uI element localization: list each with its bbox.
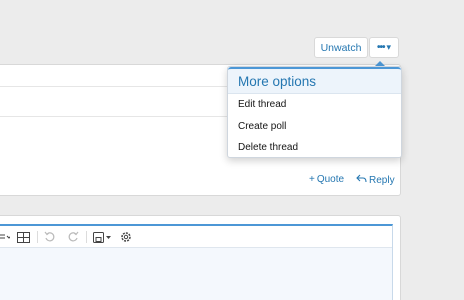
redo-icon[interactable] [65, 226, 81, 248]
reply-editor-card [0, 215, 401, 300]
list-icon[interactable] [0, 226, 10, 248]
toolbar-divider [37, 231, 38, 243]
reply-icon [356, 174, 367, 187]
save-drafts-icon[interactable] [91, 226, 113, 248]
quote-link[interactable]: + Quote [309, 174, 344, 185]
reply-link[interactable]: Reply [356, 174, 395, 187]
caret-down-icon: ▾ [386, 42, 392, 52]
settings-icon[interactable] [118, 226, 134, 248]
editor-toolbar [0, 226, 392, 248]
more-options-menu: More options Edit thread Create poll Del… [227, 66, 402, 158]
menu-title: More options [228, 67, 401, 94]
menu-item-delete-thread[interactable]: Delete thread [228, 137, 401, 159]
menu-item-create-poll[interactable]: Create poll [228, 116, 401, 138]
undo-icon[interactable] [42, 226, 58, 248]
ellipsis-icon: ••• [376, 41, 385, 53]
reply-label: Reply [369, 175, 395, 186]
quote-label: Quote [316, 174, 345, 185]
plus-icon: + [309, 174, 315, 185]
toolbar-divider [86, 231, 87, 243]
table-icon[interactable] [15, 226, 31, 248]
rich-text-editor[interactable] [0, 224, 393, 300]
unwatch-button[interactable]: Unwatch [314, 37, 368, 58]
more-options-button[interactable]: ••• ▾ [369, 37, 399, 58]
menu-item-edit-thread[interactable]: Edit thread [228, 94, 401, 116]
